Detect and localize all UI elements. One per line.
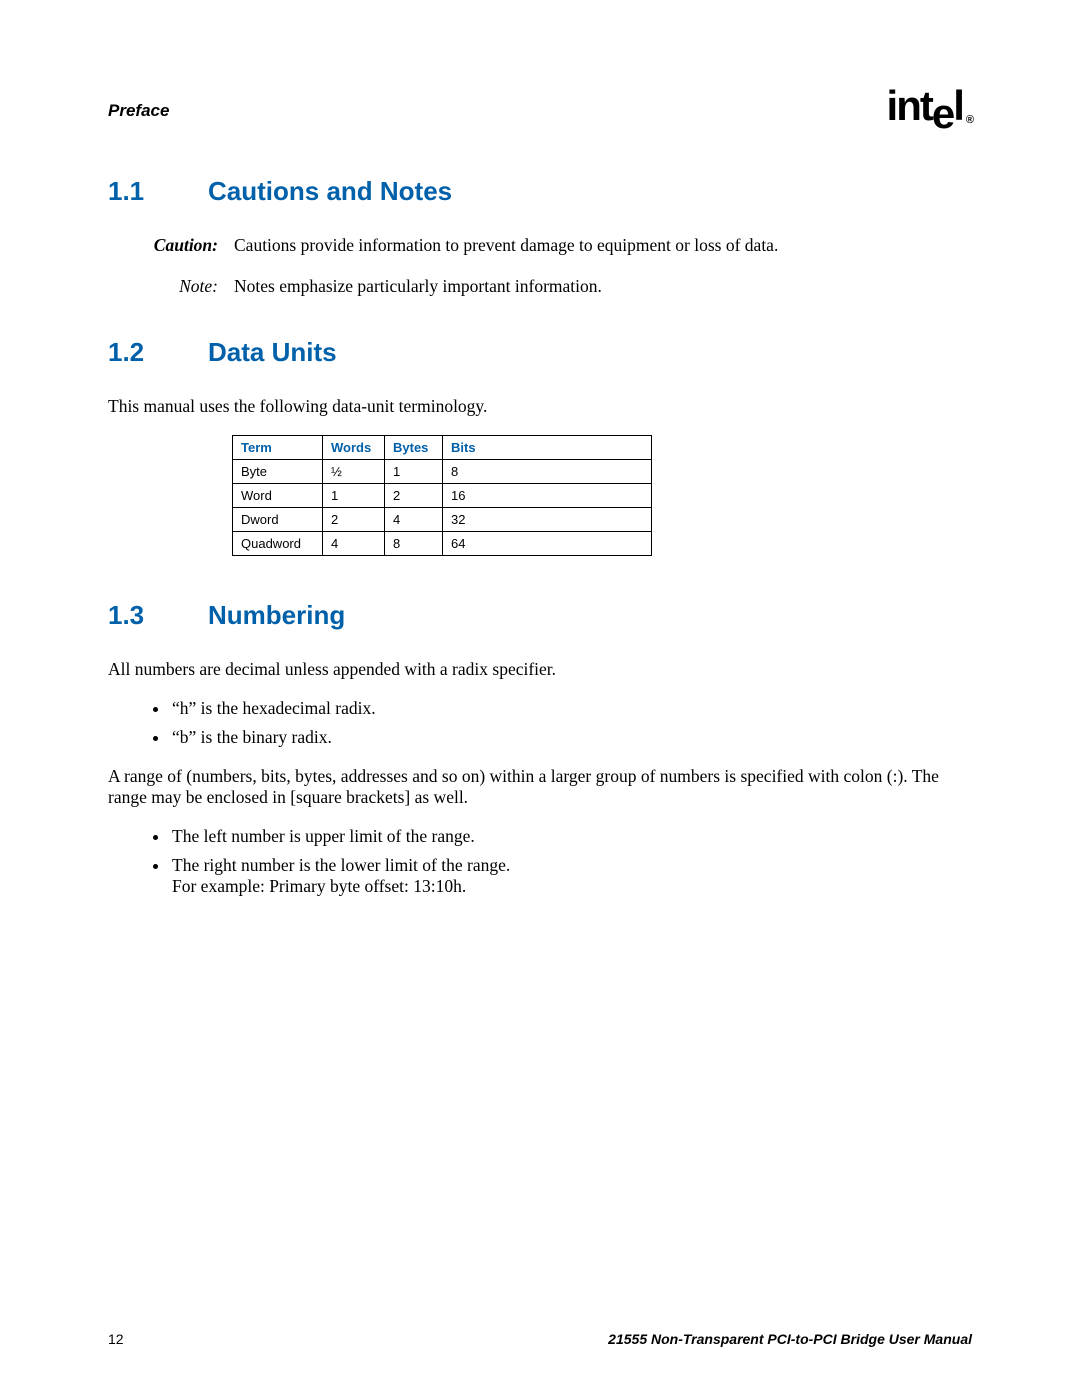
caution-text: Cautions provide information to prevent … xyxy=(234,235,778,256)
cell-bytes: 1 xyxy=(385,460,443,484)
heading-number: 1.2 xyxy=(108,337,208,368)
page-header: Preface intel® xyxy=(108,78,972,126)
th-term: Term xyxy=(233,436,323,460)
list-item: “b” is the binary radix. xyxy=(170,727,972,748)
cell-bits: 32 xyxy=(443,508,652,532)
cell-bytes: 8 xyxy=(385,532,443,556)
page-footer: 12 21555 Non-Transparent PCI-to-PCI Brid… xyxy=(108,1331,972,1347)
heading-number: 1.1 xyxy=(108,176,208,207)
note-text: Notes emphasize particularly important i… xyxy=(234,276,602,297)
header-section-title: Preface xyxy=(108,101,169,121)
table-row: Word 1 2 16 xyxy=(233,484,652,508)
cell-words: 2 xyxy=(323,508,385,532)
data-units-table: Term Words Bytes Bits Byte ½ 1 8 Word 1 … xyxy=(232,435,652,556)
numbering-para-1: All numbers are decimal unless appended … xyxy=(108,659,972,680)
cell-words: 4 xyxy=(323,532,385,556)
list-item-text: The right number is the lower limit of t… xyxy=(172,855,510,875)
cell-term: Byte xyxy=(233,460,323,484)
table-row: Dword 2 4 32 xyxy=(233,508,652,532)
numbering-para-2: A range of (numbers, bits, bytes, addres… xyxy=(108,766,972,808)
footer-doc-title: 21555 Non-Transparent PCI-to-PCI Bridge … xyxy=(608,1331,972,1347)
heading-1-3: 1.3Numbering xyxy=(108,600,972,631)
heading-title: Numbering xyxy=(208,600,345,630)
definitions-block: Caution: Cautions provide information to… xyxy=(108,235,972,297)
list-item: “h” is the hexadecimal radix. xyxy=(170,698,972,719)
heading-title: Data Units xyxy=(208,337,337,367)
list-item: The left number is upper limit of the ra… xyxy=(170,826,972,847)
intel-logo: intel® xyxy=(887,82,972,130)
heading-1-2: 1.2Data Units xyxy=(108,337,972,368)
list-item: The right number is the lower limit of t… xyxy=(170,855,972,897)
table-row: Quadword 4 8 64 xyxy=(233,532,652,556)
note-label: Note: xyxy=(132,276,218,297)
th-bytes: Bytes xyxy=(385,436,443,460)
list-item-example: For example: Primary byte offset: 13:10h… xyxy=(172,876,466,896)
range-bullet-list: The left number is upper limit of the ra… xyxy=(170,826,972,897)
page-number: 12 xyxy=(108,1331,124,1347)
cell-words: ½ xyxy=(323,460,385,484)
section-1-2-intro: This manual uses the following data-unit… xyxy=(108,396,972,417)
cell-bits: 16 xyxy=(443,484,652,508)
cell-words: 1 xyxy=(323,484,385,508)
heading-1-1: 1.1Cautions and Notes xyxy=(108,176,972,207)
cell-bytes: 4 xyxy=(385,508,443,532)
cell-bits: 8 xyxy=(443,460,652,484)
table-row: Byte ½ 1 8 xyxy=(233,460,652,484)
radix-bullet-list: “h” is the hexadecimal radix. “b” is the… xyxy=(170,698,972,748)
cell-bits: 64 xyxy=(443,532,652,556)
th-words: Words xyxy=(323,436,385,460)
cell-bytes: 2 xyxy=(385,484,443,508)
cell-term: Dword xyxy=(233,508,323,532)
cell-term: Quadword xyxy=(233,532,323,556)
cell-term: Word xyxy=(233,484,323,508)
th-bits: Bits xyxy=(443,436,652,460)
heading-number: 1.3 xyxy=(108,600,208,631)
registered-icon: ® xyxy=(966,114,972,126)
heading-title: Cautions and Notes xyxy=(208,176,452,206)
caution-label: Caution: xyxy=(132,235,218,256)
